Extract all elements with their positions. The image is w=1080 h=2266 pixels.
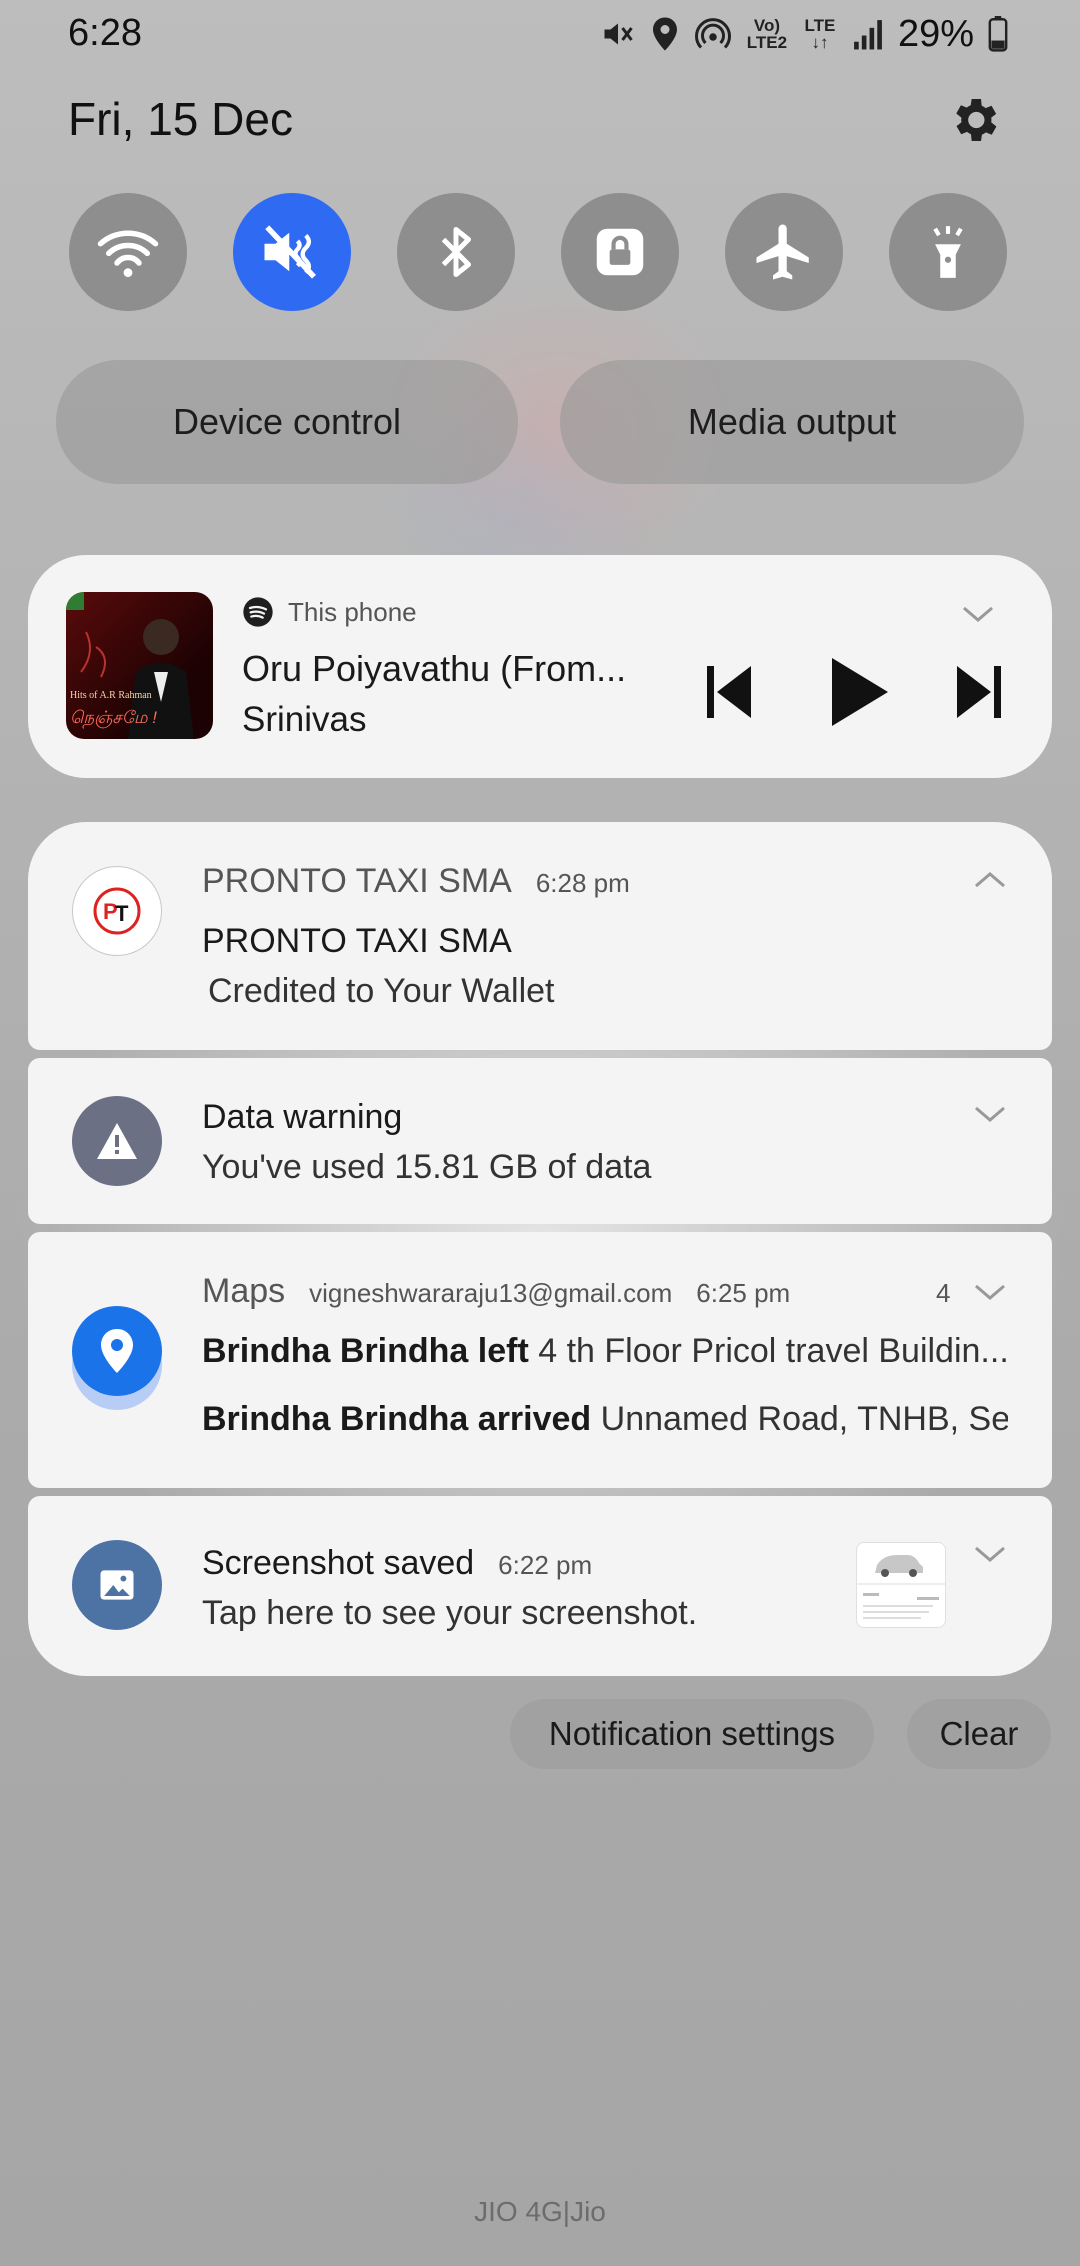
battery-percent: 29% — [897, 12, 974, 55]
toggle-rotation-lock[interactable] — [561, 193, 679, 311]
gear-icon — [956, 99, 997, 141]
toggle-flashlight[interactable] — [889, 193, 1007, 311]
clear-button[interactable]: Clear — [907, 1699, 1051, 1769]
airplane-icon — [756, 224, 809, 280]
location-pin-icon — [72, 1306, 162, 1396]
volte-icon: Vo) LTE2 — [746, 16, 788, 52]
song-artist: Srinivas — [242, 700, 367, 739]
data-warning-title: Data warning — [202, 1098, 403, 1136]
maps-line-2-bold: Brindha Brindha arrived — [202, 1400, 592, 1438]
carrier-label: JIO 4G|Jio — [474, 2196, 606, 2227]
maps-app-name: Maps — [202, 1272, 286, 1310]
settings-button[interactable] — [946, 92, 1002, 148]
date-label: Fri, 15 Dec — [68, 93, 293, 145]
maps-account: vigneshwararaju13@gmail.com — [309, 1278, 673, 1308]
wifi-icon — [97, 230, 159, 278]
maps-line-1-text: 4 th Floor Pricol travel Buildin... — [538, 1332, 1008, 1370]
pronto-text: Credited to Your Wallet — [208, 972, 555, 1010]
battery-icon — [988, 16, 1008, 52]
gallery-icon — [72, 1540, 162, 1630]
previous-track-button[interactable] — [705, 662, 753, 722]
media-source-label: This phone — [288, 596, 417, 627]
pronto-app-name: PRONTO TAXI SMA — [202, 862, 512, 900]
next-track-button[interactable] — [955, 662, 1003, 722]
status-icons: Vo) LTE2 LTE ↓↑ 29% — [600, 10, 1008, 58]
device-control-button[interactable]: Device control — [56, 360, 518, 484]
screenshot-thumbnail[interactable] — [856, 1542, 946, 1628]
warning-icon — [72, 1096, 162, 1186]
album-caption: Hits of A.R Rahman — [70, 690, 152, 701]
toggle-wifi[interactable] — [69, 193, 187, 311]
pronto-time: 6:28 pm — [535, 868, 630, 898]
maps-count: 4 — [936, 1278, 951, 1308]
status-time: 6:28 — [68, 12, 142, 54]
spotify-icon — [243, 597, 273, 627]
toggle-mute[interactable] — [233, 193, 351, 311]
song-title: Oru Poiyavathu (From... — [242, 648, 627, 689]
screenshot-time: 6:22 pm — [498, 1550, 593, 1580]
media-output-button[interactable]: Media output — [560, 360, 1024, 484]
screenshot-title: Screenshot saved — [202, 1544, 475, 1582]
bluetooth-icon — [441, 227, 471, 277]
maps-line-1: Brindha Brindha left 4 th Floor Pricol t… — [202, 1332, 1008, 1371]
play-button[interactable] — [828, 654, 892, 730]
notification-pronto[interactable] — [28, 822, 1052, 1050]
toggle-bluetooth[interactable] — [397, 193, 515, 311]
chevron-down-icon[interactable] — [970, 1542, 1010, 1566]
maps-line-1-bold: Brindha Brindha left — [202, 1332, 529, 1370]
pronto-app-icon: PT — [72, 866, 162, 956]
chevron-down-icon[interactable] — [958, 602, 998, 626]
maps-line-2: Brindha Brindha arrived Unnamed Road, TN… — [202, 1400, 1008, 1439]
chevron-down-icon[interactable] — [970, 1280, 1010, 1304]
maps-time: 6:25 pm — [696, 1278, 791, 1308]
notification-data-warning[interactable] — [28, 1058, 1052, 1224]
media-source: This phone — [242, 596, 417, 628]
album-art: Hits of A.R Rahman நெஞ்சமே ! — [66, 592, 213, 739]
hotspot-icon — [694, 18, 731, 49]
toggle-airplane[interactable] — [725, 193, 843, 311]
notification-settings-button[interactable]: Notification settings — [510, 1699, 874, 1769]
flashlight-icon — [933, 226, 963, 278]
chevron-up-icon[interactable] — [970, 868, 1010, 892]
maps-line-2-text: Unnamed Road, TNHB, Se... — [600, 1400, 1008, 1438]
screenshot-text: Tap here to see your screenshot. — [202, 1594, 698, 1632]
mute-icon — [604, 23, 633, 45]
chevron-down-icon[interactable] — [970, 1102, 1010, 1126]
pronto-title: PRONTO TAXI SMA — [202, 922, 512, 960]
svg-text:T: T — [115, 901, 129, 926]
mute-icon — [264, 225, 316, 279]
lock-icon — [596, 228, 644, 276]
signal-icon — [854, 20, 882, 50]
location-icon — [652, 17, 677, 51]
lte-icon: LTE ↓↑ — [804, 16, 836, 52]
data-warning-text: You've used 15.81 GB of data — [202, 1148, 652, 1186]
album-tamil-title: நெஞ்சமே ! — [70, 708, 158, 727]
